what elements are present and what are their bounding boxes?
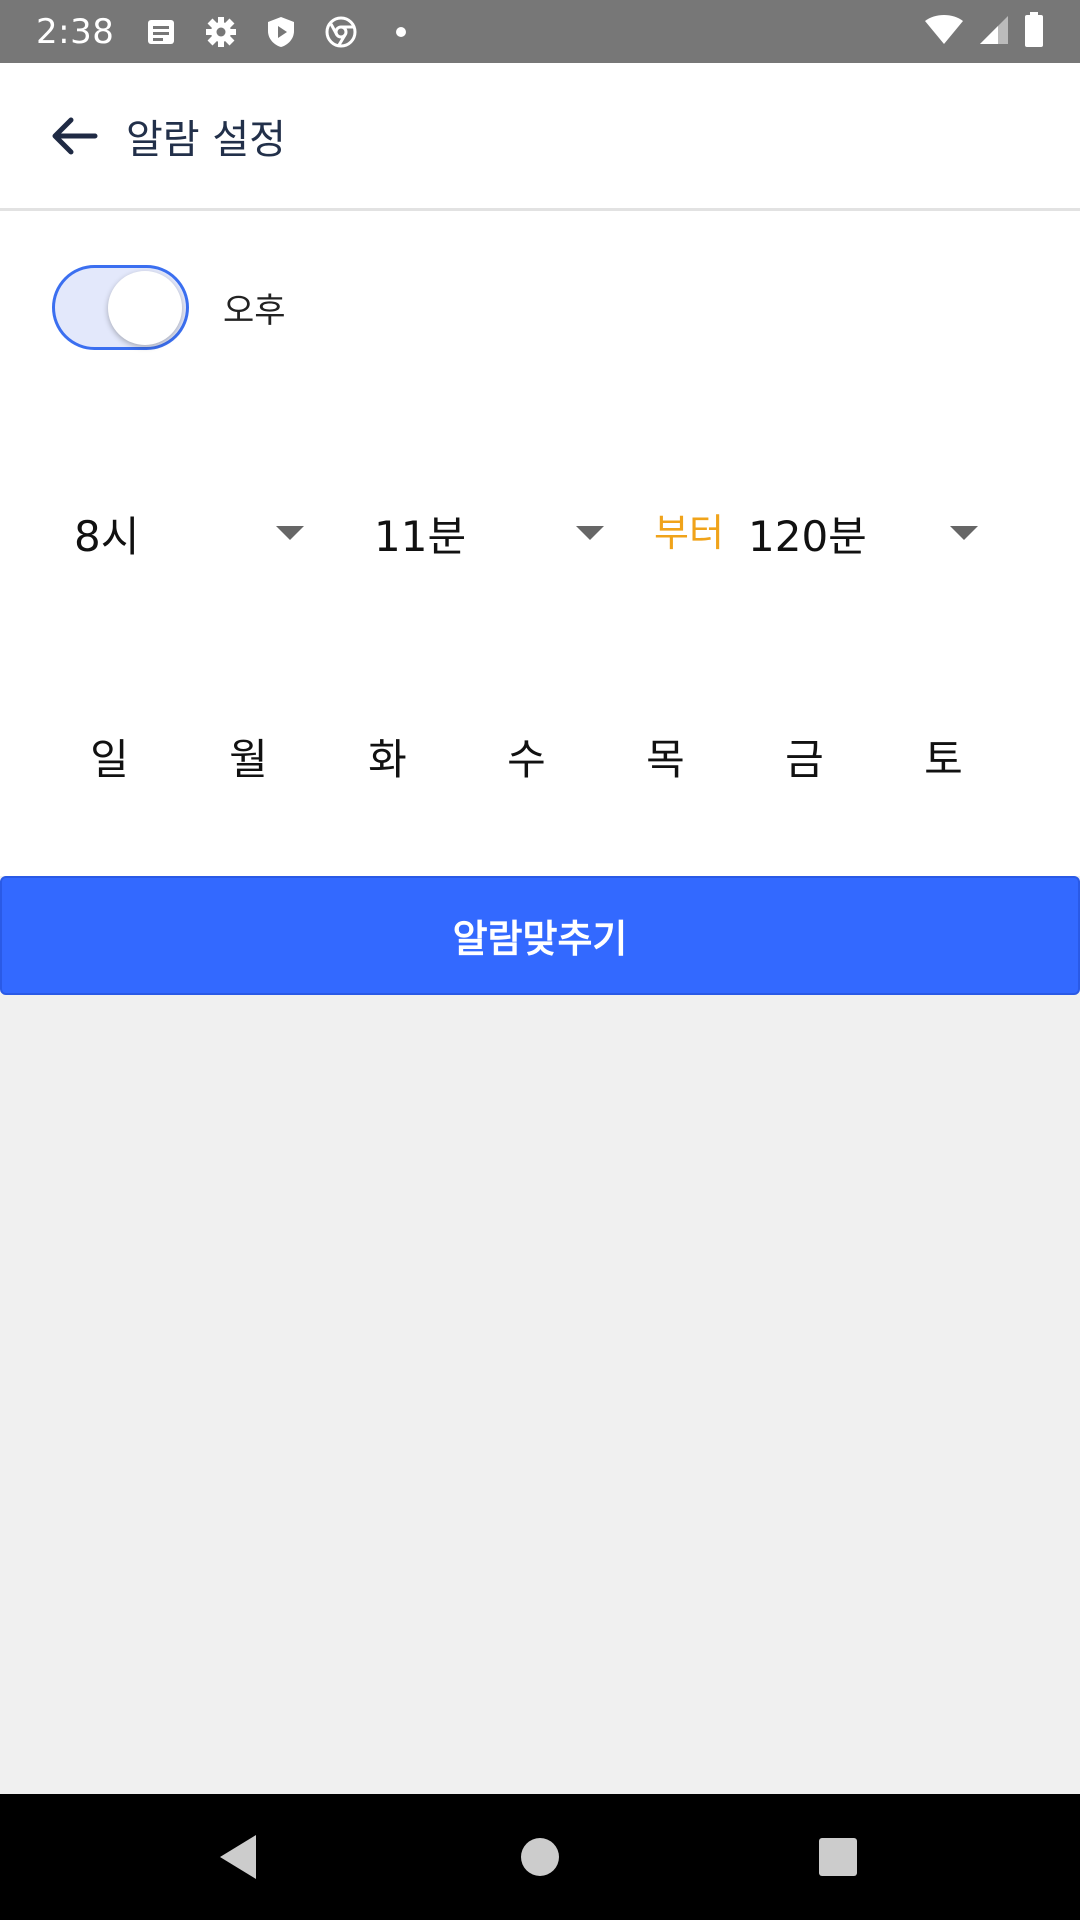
screen: 2:38 알람 설정 오후 8시 11분 부터 120분 일 월 화 수 목 금… <box>0 0 1080 1920</box>
day-tuesday[interactable]: 화 <box>318 711 457 801</box>
toggle-knob <box>108 271 182 345</box>
minute-dropdown[interactable]: 11분 <box>374 483 614 583</box>
square-recents-icon <box>819 1838 857 1876</box>
duration-value: 120분 <box>748 511 867 561</box>
weekday-selector: 일 월 화 수 목 금 토 <box>40 711 1040 801</box>
set-alarm-button[interactable]: 알람맞추기 <box>0 876 1080 995</box>
triangle-back-icon <box>220 1835 256 1879</box>
day-sunday[interactable]: 일 <box>40 711 179 801</box>
day-saturday[interactable]: 토 <box>874 711 1013 801</box>
ampm-toggle-row: 오후 <box>52 265 286 350</box>
nav-back-button[interactable] <box>208 1827 268 1887</box>
ampm-label: 오후 <box>223 291 286 331</box>
arrow-left-icon <box>52 117 98 154</box>
battery-icon <box>1024 11 1044 52</box>
time-selection-row: 8시 11분 부터 120분 <box>0 483 1080 583</box>
back-button[interactable] <box>34 96 114 176</box>
app-bar: 알람 설정 <box>0 63 1080 211</box>
navigation-bar <box>0 1794 1080 1920</box>
hour-value: 8시 <box>74 511 140 561</box>
duration-dropdown[interactable]: 120분 <box>748 483 988 583</box>
status-time: 2:38 <box>36 11 115 52</box>
dot-icon <box>384 15 418 49</box>
circle-home-icon <box>521 1838 559 1876</box>
settings-icon <box>204 15 238 49</box>
day-monday[interactable]: 월 <box>179 711 318 801</box>
wifi-icon <box>924 14 964 50</box>
nav-recents-button[interactable] <box>808 1827 868 1887</box>
signal-icon <box>978 14 1010 50</box>
chrome-icon <box>324 15 358 49</box>
notes-icon <box>144 15 178 49</box>
alarm-settings-panel: 오후 8시 11분 부터 120분 일 월 화 수 목 금 토 <box>0 211 1080 876</box>
page-title: 알람 설정 <box>126 116 286 163</box>
status-bar: 2:38 <box>0 0 1080 63</box>
chevron-down-icon <box>576 526 604 540</box>
day-friday[interactable]: 금 <box>735 711 874 801</box>
day-thursday[interactable]: 목 <box>596 711 735 801</box>
hour-dropdown[interactable]: 8시 <box>74 483 314 583</box>
chevron-down-icon <box>950 526 978 540</box>
nav-home-button[interactable] <box>510 1827 570 1887</box>
status-icons-left <box>144 15 418 49</box>
ampm-toggle[interactable] <box>52 265 189 350</box>
from-label: 부터 <box>654 511 724 555</box>
shield-play-icon <box>264 15 298 49</box>
day-wednesday[interactable]: 수 <box>457 711 596 801</box>
minute-value: 11분 <box>374 511 467 561</box>
status-icons-right <box>924 11 1044 52</box>
chevron-down-icon <box>276 526 304 540</box>
